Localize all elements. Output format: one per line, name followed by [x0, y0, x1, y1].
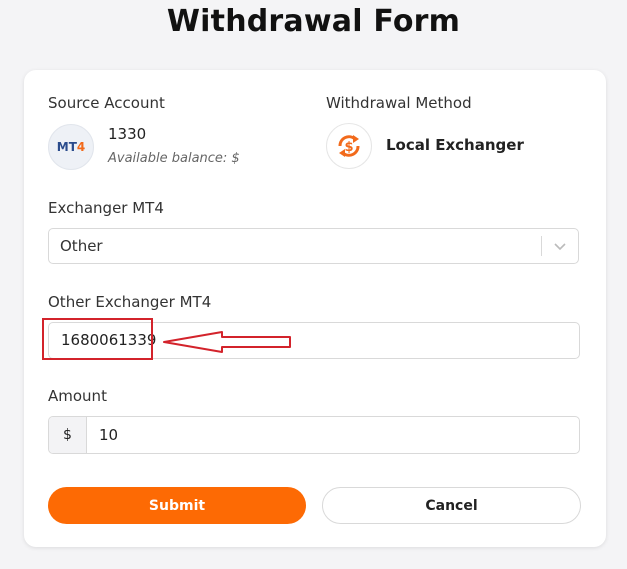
- account-number-text: 1330: [108, 125, 147, 143]
- page-title: Withdrawal Form: [166, 4, 461, 39]
- amount-input-group[interactable]: $ 10: [48, 416, 580, 454]
- select-separator: [541, 236, 542, 256]
- annotation-arrow-icon: [163, 331, 291, 353]
- submit-button[interactable]: Submit: [48, 487, 306, 524]
- annotation-highlight-box: [42, 318, 153, 360]
- withdrawal-form-card: Source Account MT4 1330 Available balanc…: [24, 70, 606, 547]
- exchanger-mt4-selected: Other: [60, 237, 103, 255]
- cancel-button[interactable]: Cancel: [322, 487, 581, 524]
- svg-text:$: $: [344, 140, 353, 155]
- available-balance: Available balance: $: [108, 151, 240, 166]
- amount-value: 10: [99, 426, 119, 444]
- amount-label: Amount: [48, 387, 107, 405]
- mt4-badge-text: MT: [56, 140, 77, 154]
- mt4-badge-number: 4: [76, 140, 86, 154]
- chevron-down-icon[interactable]: [552, 238, 568, 258]
- available-balance-text: Available balance: $: [108, 151, 240, 166]
- other-exchanger-label: Other Exchanger MT4: [48, 293, 212, 311]
- mt4-badge-icon: MT4: [48, 124, 94, 170]
- account-number: 1330: [108, 125, 187, 143]
- exchanger-mt4-label: Exchanger MT4: [48, 199, 164, 217]
- withdrawal-method-label: Withdrawal Method: [326, 94, 472, 112]
- dollar-exchange-icon: $: [326, 123, 372, 169]
- exchanger-mt4-select[interactable]: Other: [48, 228, 579, 264]
- source-account-label: Source Account: [48, 94, 165, 112]
- currency-prefix: $: [49, 417, 87, 453]
- withdrawal-method-name: Local Exchanger: [386, 136, 524, 154]
